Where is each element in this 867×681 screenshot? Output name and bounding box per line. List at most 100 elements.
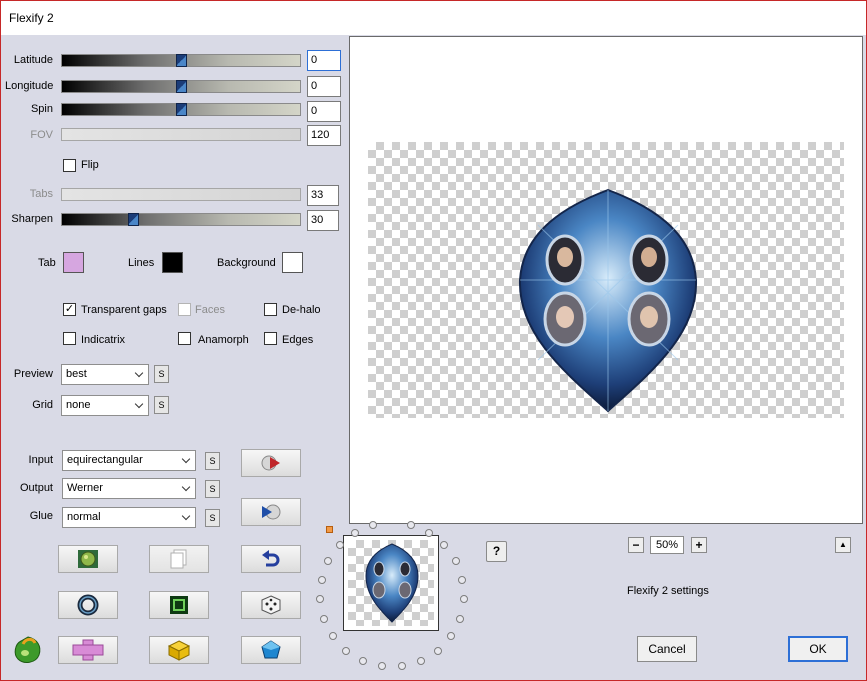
latitude-slider-thumb[interactable] (176, 54, 187, 67)
navigator-dial-dot[interactable] (378, 662, 387, 671)
spin-input[interactable]: 0 (307, 101, 341, 122)
fov-slider[interactable] (61, 128, 301, 141)
transparent-gaps-checkbox[interactable]: ✓ (63, 303, 76, 316)
preview-select-value: best (66, 368, 87, 380)
copy-button[interactable] (149, 545, 209, 573)
preview-select[interactable]: best (61, 364, 149, 385)
spin-slider-thumb[interactable] (176, 103, 187, 116)
cancel-button[interactable]: Cancel (637, 636, 697, 662)
navigator-dial-dot[interactable] (369, 521, 378, 530)
sharpen-slider[interactable] (61, 213, 301, 226)
cross-pattern-icon (72, 639, 104, 661)
latitude-input[interactable]: 0 (307, 50, 341, 71)
frame-icon (170, 596, 188, 614)
preview-label: Preview (13, 368, 53, 380)
navigator-dial-dot[interactable] (329, 632, 338, 641)
globe-preset-button[interactable] (58, 545, 118, 573)
random-dice-button[interactable] (241, 591, 301, 619)
lines-color-swatch[interactable] (162, 252, 183, 273)
sharpen-input[interactable]: 30 (307, 210, 339, 231)
navigator-dial-dot[interactable] (416, 656, 425, 665)
grid-select[interactable]: none (61, 395, 149, 416)
sharpen-slider-thumb[interactable] (128, 213, 140, 226)
longitude-input[interactable]: 0 (307, 76, 341, 97)
spin-slider[interactable] (61, 103, 301, 116)
input-s-button[interactable]: S (205, 452, 220, 470)
background-color-swatch[interactable] (282, 252, 303, 273)
glue-select[interactable]: normal (62, 507, 196, 528)
output-label: Output (19, 482, 53, 494)
chevron-down-icon (181, 454, 191, 464)
zoom-in-button[interactable]: + (691, 537, 707, 553)
de-halo-checkbox[interactable] (264, 303, 277, 316)
copy-icon (170, 549, 187, 569)
navigator-dial-dot[interactable] (451, 557, 460, 566)
flexify-window: Flexify 2 Latitude 0 Longitude 0 Spin 0 … (0, 0, 867, 681)
zoom-out-button[interactable]: − (628, 537, 644, 553)
navigator-dial-dot[interactable] (320, 614, 329, 623)
anamorph-checkbox[interactable] (178, 332, 191, 345)
help-button[interactable]: ? (486, 541, 507, 562)
output-s-button[interactable]: S (205, 480, 220, 498)
faces-checkbox[interactable] (178, 303, 191, 316)
transparent-gaps-label: Transparent gaps (81, 304, 167, 316)
navigator-dial-dot[interactable] (406, 521, 415, 530)
cross-pattern-button[interactable] (58, 636, 118, 664)
chevron-down-icon (181, 482, 191, 492)
navigator-thumbnail[interactable] (343, 535, 439, 631)
fov-input[interactable]: 120 (307, 125, 341, 146)
flip-checkbox[interactable] (63, 159, 76, 172)
anamorph-label: Anamorph (198, 334, 249, 346)
input-select-value: equirectangular (67, 454, 143, 466)
gem-icon (261, 640, 281, 659)
longitude-slider-thumb[interactable] (176, 80, 187, 93)
navigator-dial-dot[interactable] (317, 575, 326, 584)
ring-icon (77, 594, 99, 616)
navigator-dial-dot[interactable] (397, 662, 406, 671)
title-bar: Flexify 2 (1, 1, 866, 35)
input-select[interactable]: equirectangular (62, 450, 196, 471)
collapse-button[interactable]: ▲ (835, 537, 851, 553)
edges-checkbox[interactable] (264, 332, 277, 345)
latitude-slider[interactable] (61, 54, 301, 67)
navigator-dial-dot[interactable] (324, 557, 333, 566)
thumbnail-shield-image (365, 543, 419, 623)
navigator-dial-dot[interactable] (458, 575, 467, 584)
navigator-dial-dot[interactable] (459, 595, 468, 604)
navigator-dial-dot[interactable] (359, 656, 368, 665)
tabs-slider[interactable] (61, 188, 301, 201)
output-select[interactable]: Werner (62, 478, 196, 499)
glue-s-button[interactable]: S (205, 509, 220, 527)
frame-button[interactable] (149, 591, 209, 619)
ring-button[interactable] (58, 591, 118, 619)
longitude-slider[interactable] (61, 80, 301, 93)
glue-select-value: normal (67, 511, 101, 523)
preview-canvas[interactable] (349, 36, 863, 524)
navigator-dial-dot[interactable] (316, 595, 325, 604)
input-label: Input (28, 454, 53, 466)
undo-button[interactable] (241, 545, 301, 573)
latitude-label: Latitude (13, 54, 53, 66)
grid-s-button[interactable]: S (154, 396, 169, 414)
preview-s-button[interactable]: S (154, 365, 169, 383)
tabs-input[interactable]: 33 (307, 185, 339, 206)
navigator-dial-dot[interactable] (424, 529, 433, 538)
navigator-dial-dot[interactable] (433, 646, 442, 655)
play-forward-icon (261, 455, 280, 471)
cube-button[interactable] (149, 636, 209, 664)
gem-button[interactable] (241, 636, 301, 664)
navigator-dial-dot[interactable] (440, 541, 449, 550)
grid-select-value: none (66, 399, 91, 411)
glue-label: Glue (29, 510, 53, 522)
indicatrix-checkbox[interactable] (63, 332, 76, 345)
tab-color-swatch[interactable] (63, 252, 84, 273)
navigator-dial-dot[interactable] (446, 632, 455, 641)
navigator-dial-dot[interactable] (342, 646, 351, 655)
navigator-dial-dot[interactable] (455, 614, 464, 623)
play-forward-button[interactable] (241, 449, 301, 477)
zoom-level: 50% (650, 536, 684, 554)
play-reverse-button[interactable] (241, 498, 301, 526)
navigator-handle[interactable] (326, 526, 333, 533)
ok-button[interactable]: OK (788, 636, 848, 662)
chevron-down-icon (134, 368, 144, 378)
